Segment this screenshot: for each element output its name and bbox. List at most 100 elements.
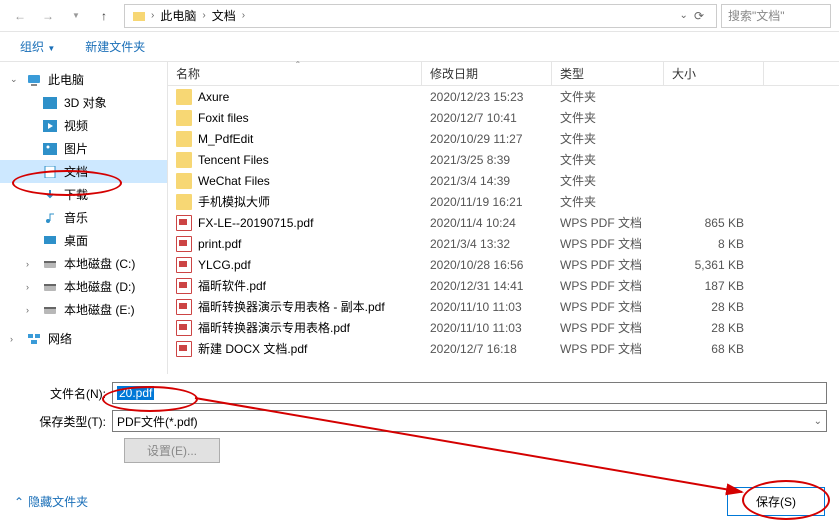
col-header-date[interactable]: 修改日期 [422, 62, 552, 85]
file-size: 5,361 KB [664, 258, 764, 272]
sidebar-item-label: 图片 [64, 140, 88, 157]
file-row[interactable]: YLCG.pdf2020/10/28 16:56WPS PDF 文档5,361 … [168, 254, 839, 275]
sidebar-item[interactable]: ›本地磁盘 (E:) [0, 298, 167, 321]
file-date: 2021/3/4 14:39 [422, 174, 552, 188]
file-date: 2020/11/19 16:21 [422, 195, 552, 209]
file-row[interactable]: Axure2020/12/23 15:23文件夹 [168, 86, 839, 107]
file-row[interactable]: 新建 DOCX 文档.pdf 2020/12/7 16:18WPS PDF 文档6… [168, 338, 839, 359]
filetype-select[interactable]: PDF文件(*.pdf)⌄ [112, 410, 827, 432]
file-size: 8 KB [664, 237, 764, 251]
file-row[interactable]: WeChat Files2021/3/4 14:39文件夹 [168, 170, 839, 191]
nav-back-button[interactable]: ← [10, 6, 30, 26]
file-row[interactable]: 手机模拟大师2020/11/19 16:21文件夹 [168, 191, 839, 212]
breadcrumb-folder[interactable]: 文档 [210, 7, 238, 24]
tree-icon [42, 302, 58, 318]
folder-icon [176, 89, 192, 105]
sidebar-item-label: 本地磁盘 (D:) [64, 278, 135, 295]
organize-button[interactable]: 组织 ▼ [20, 38, 55, 55]
file-row[interactable]: Foxit files2020/12/7 10:41文件夹 [168, 107, 839, 128]
file-row[interactable]: print.pdf2021/3/4 13:32WPS PDF 文档8 KB [168, 233, 839, 254]
file-type: 文件夹 [552, 151, 664, 168]
col-header-type[interactable]: 类型 [552, 62, 664, 85]
filename-label: 文件名(N): [12, 385, 112, 402]
sidebar-item[interactable]: › 本地磁盘 (D:) [0, 275, 167, 298]
filename-input[interactable]: 20.pdf [112, 382, 827, 404]
sidebar-item[interactable]: › 本地磁盘 (C:) [0, 252, 167, 275]
col-header-name[interactable]: 名称⌃ [168, 62, 422, 85]
folder-icon [176, 194, 192, 210]
nav-recent-button[interactable]: ▼ [66, 6, 86, 26]
file-date: 2020/12/7 16:18 [422, 342, 552, 356]
expand-icon[interactable]: › [26, 282, 36, 292]
sidebar-item-label: 3D 对象 [64, 94, 107, 111]
collapse-icon[interactable]: ⌄ [10, 74, 20, 85]
expand-icon[interactable]: › [26, 259, 36, 269]
sidebar-item[interactable]: 3D 对象 [0, 91, 167, 114]
file-date: 2020/12/23 15:23 [422, 90, 552, 104]
tree-icon [42, 210, 58, 226]
chevron-right-icon: › [202, 10, 205, 21]
tree-network[interactable]: › 网络 [0, 327, 167, 350]
file-name: FX-LE--20190715.pdf [198, 216, 313, 230]
file-size: 68 KB [664, 342, 764, 356]
sidebar-item[interactable]: 视频 [0, 114, 167, 137]
tree-this-pc[interactable]: ⌄ 此电脑 [0, 68, 167, 91]
folder-icon [176, 131, 192, 147]
file-row[interactable]: Tencent Files2021/3/25 8:39文件夹 [168, 149, 839, 170]
col-header-size[interactable]: 大小 [664, 62, 764, 85]
file-row[interactable]: 福昕软件.pdf2020/12/31 14:41WPS PDF 文档187 KB [168, 275, 839, 296]
sidebar-item[interactable]: 下载 [0, 183, 167, 206]
file-date: 2020/10/29 11:27 [422, 132, 552, 146]
file-date: 2020/12/31 14:41 [422, 279, 552, 293]
sidebar-item-label: 桌面 [64, 232, 88, 249]
tree-icon [42, 141, 58, 157]
file-name: M_PdfEdit [198, 132, 253, 146]
address-bar[interactable]: › 此电脑 › 文档 › ⌄ ⟳ [124, 4, 717, 28]
file-row[interactable]: M_PdfEdit2020/10/29 11:27文件夹 [168, 128, 839, 149]
chevron-down-icon[interactable]: ⌄ [680, 10, 688, 21]
expand-icon[interactable]: › [26, 305, 36, 315]
file-type: WPS PDF 文档 [552, 214, 664, 231]
sidebar-item-label: 音乐 [64, 209, 88, 226]
breadcrumb-root[interactable]: 此电脑 [158, 7, 198, 24]
pdf-icon [176, 236, 192, 252]
file-name: 新建 DOCX 文档.pdf [198, 340, 307, 357]
chevron-right-icon: › [151, 10, 154, 21]
sidebar-item-label: 本地磁盘 (C:) [64, 255, 135, 272]
sidebar-item[interactable]: 音乐 [0, 206, 167, 229]
hide-folders-toggle[interactable]: ⌃ 隐藏文件夹 [14, 493, 88, 510]
search-input[interactable]: 搜索"文档" [721, 4, 831, 28]
filetype-label: 保存类型(T): [12, 413, 112, 430]
file-type: WPS PDF 文档 [552, 340, 664, 357]
file-name: Axure [198, 90, 229, 104]
file-name: 福昕软件.pdf [198, 277, 266, 294]
sidebar-item[interactable]: 图片 [0, 137, 167, 160]
file-type: 文件夹 [552, 109, 664, 126]
tree-icon [42, 118, 58, 134]
sidebar-item[interactable]: 桌面 [0, 229, 167, 252]
file-name: WeChat Files [198, 174, 270, 188]
chevron-right-icon: › [242, 10, 245, 21]
file-size: 28 KB [664, 300, 764, 314]
sidebar-item[interactable]: 文档 [0, 160, 167, 183]
file-size: 187 KB [664, 279, 764, 293]
nav-forward-button[interactable]: → [38, 6, 58, 26]
tree-icon [42, 187, 58, 203]
file-date: 2021/3/25 8:39 [422, 153, 552, 167]
tree-icon [42, 279, 58, 295]
expand-icon[interactable]: › [10, 334, 20, 344]
file-row[interactable]: FX-LE--20190715.pdf 2020/11/4 10:24WPS PD… [168, 212, 839, 233]
folder-icon [131, 8, 147, 24]
nav-up-button[interactable]: ↑ [94, 6, 114, 26]
file-name: 福昕转换器演示专用表格 - 副本.pdf [198, 298, 385, 315]
file-date: 2020/11/4 10:24 [422, 216, 552, 230]
settings-button[interactable]: 设置(E)... [124, 438, 220, 463]
file-type: WPS PDF 文档 [552, 319, 664, 336]
save-button[interactable]: 保存(S) [727, 487, 825, 516]
new-folder-button[interactable]: 新建文件夹 [85, 38, 145, 55]
refresh-icon[interactable]: ⟳ [694, 9, 704, 23]
file-row[interactable]: 福昕转换器演示专用表格 - 副本.pdf2020/11/10 11:03WPS … [168, 296, 839, 317]
file-row[interactable]: 福昕转换器演示专用表格.pdf2020/11/10 11:03WPS PDF 文… [168, 317, 839, 338]
column-headers: 名称⌃ 修改日期 类型 大小 [168, 62, 839, 86]
file-date: 2020/11/10 11:03 [422, 300, 552, 314]
